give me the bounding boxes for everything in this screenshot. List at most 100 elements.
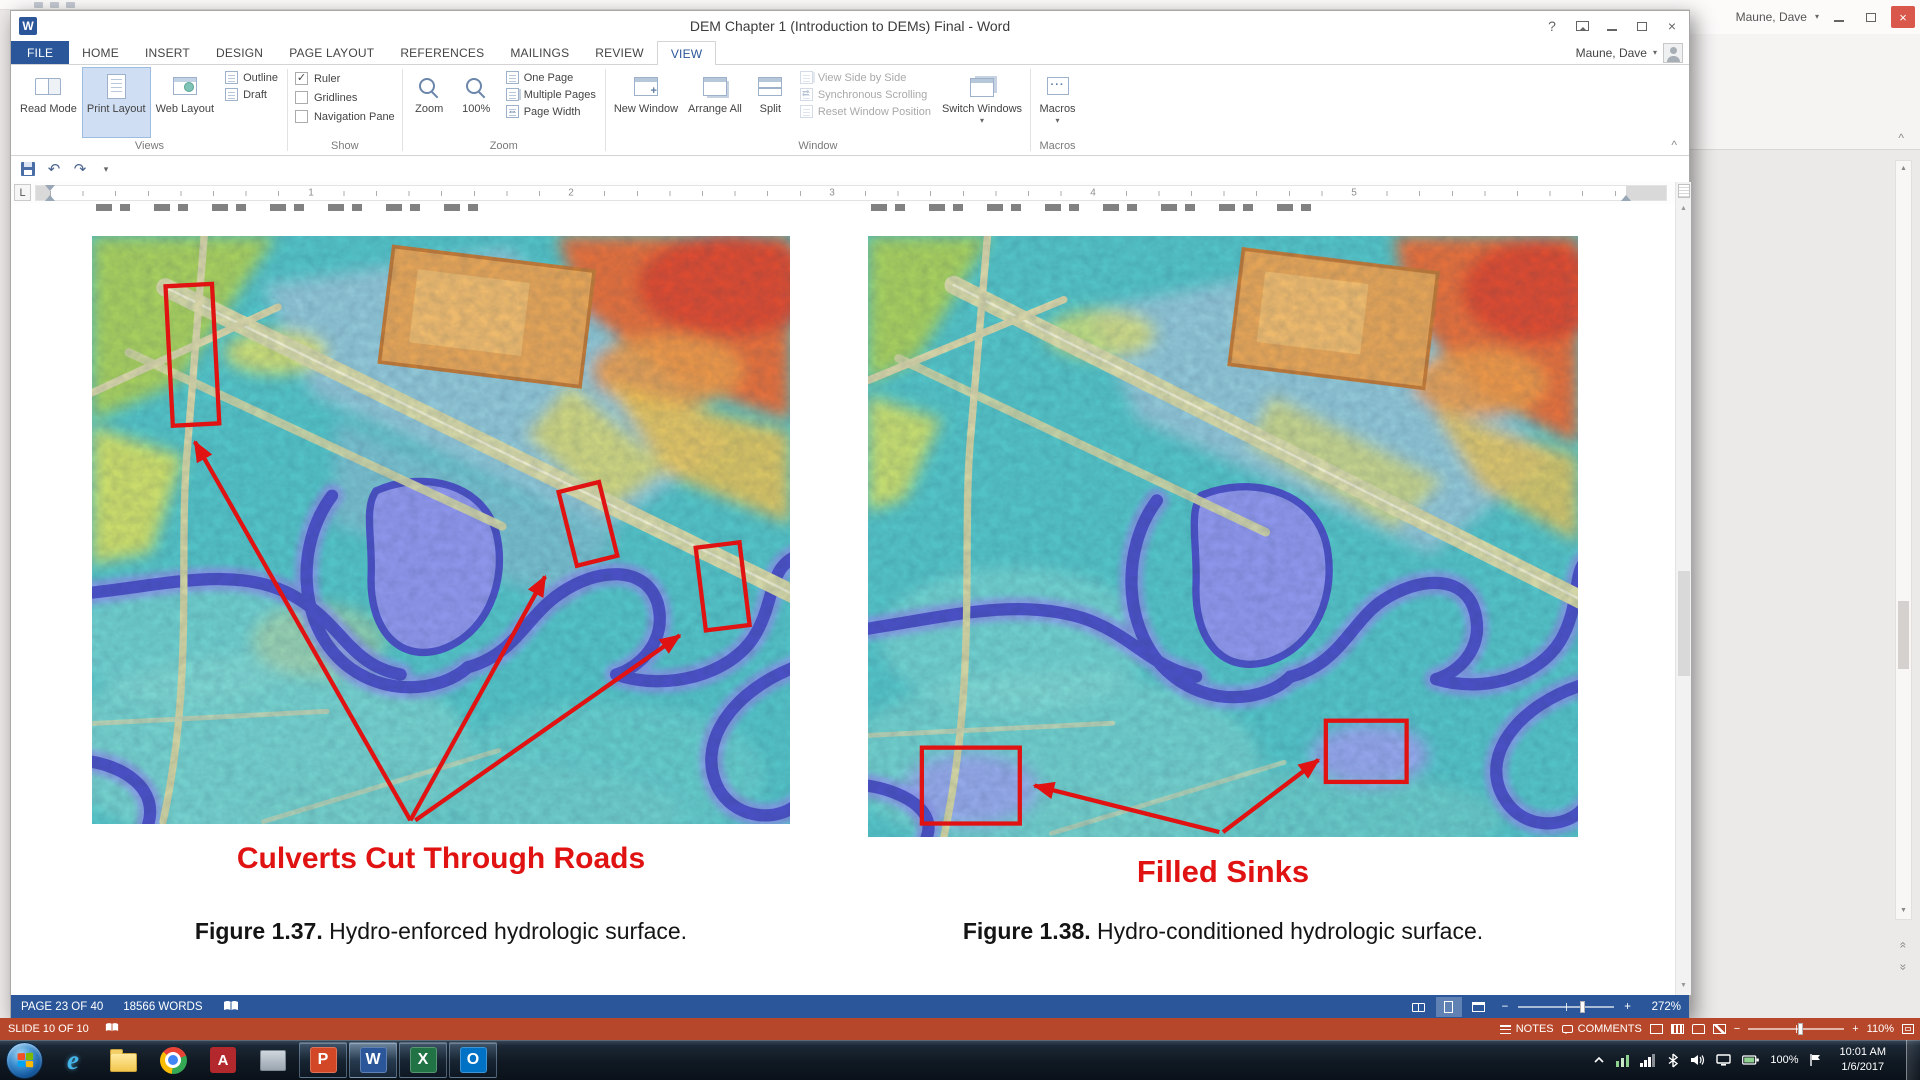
tab-file[interactable]: FILE: [11, 41, 69, 64]
battery-icon[interactable]: [1742, 1055, 1760, 1065]
signal-strength-icon[interactable]: [1640, 1053, 1656, 1067]
tab-page-layout[interactable]: PAGE LAYOUT: [276, 41, 387, 64]
figure-1-38-annotation-label[interactable]: Filled Sinks: [868, 854, 1578, 890]
reading-view-button[interactable]: [1692, 1024, 1705, 1034]
battery-percentage[interactable]: 100%: [1770, 1054, 1798, 1066]
ppt-zoom-in-button[interactable]: +: [1852, 1023, 1858, 1035]
navigation-pane-checkbox[interactable]: Navigation Pane: [293, 108, 397, 125]
ppt-collapse-ribbon-icon[interactable]: ^: [1898, 131, 1904, 145]
undo-button[interactable]: ↶: [43, 158, 65, 180]
figure-1-38-dem-image[interactable]: [868, 236, 1578, 837]
ppt-qat-icon[interactable]: [50, 2, 59, 8]
read-mode-view-button[interactable]: [1406, 997, 1432, 1017]
ppt-proofing-icon[interactable]: [97, 1022, 127, 1036]
page-indicator[interactable]: PAGE 23 OF 40: [11, 1001, 113, 1013]
start-button[interactable]: [6, 1042, 43, 1079]
figure-1-37-caption[interactable]: Figure 1.37. Hydro-enforced hydrologic s…: [92, 918, 790, 945]
taskbar-generic-app[interactable]: [249, 1042, 297, 1078]
zoom-slider-thumb[interactable]: [1580, 1001, 1585, 1013]
multiple-pages-button[interactable]: Multiple Pages: [502, 87, 600, 102]
scrollbar-thumb[interactable]: [1678, 571, 1690, 676]
ppt-close-button[interactable]: ×: [1891, 6, 1915, 28]
close-button[interactable]: ×: [1657, 12, 1687, 40]
action-center-flag-icon[interactable]: [1809, 1053, 1822, 1067]
ppt-scrollbar[interactable]: ▲ ▼: [1895, 160, 1912, 920]
read-mode-button[interactable]: Read Mode: [15, 67, 82, 138]
ppt-qat-icon[interactable]: [34, 2, 43, 8]
ribbon-display-options-button[interactable]: [1567, 12, 1597, 40]
notes-button[interactable]: NOTES: [1500, 1023, 1554, 1035]
zoom-slider[interactable]: [1518, 1006, 1614, 1008]
web-layout-view-button[interactable]: [1466, 997, 1492, 1017]
taskbar-word[interactable]: W: [349, 1042, 397, 1078]
show-desktop-button[interactable]: [1906, 1040, 1920, 1080]
proofing-icon[interactable]: [213, 1000, 249, 1015]
comments-button[interactable]: COMMENTS: [1562, 1023, 1642, 1035]
hanging-indent-marker[interactable]: [45, 190, 55, 201]
collapse-ribbon-button[interactable]: ^: [1671, 138, 1677, 152]
ruler-toggle-button[interactable]: [1678, 184, 1690, 198]
new-window-button[interactable]: New Window: [609, 67, 683, 138]
hidden-icons-button[interactable]: [1593, 1054, 1605, 1066]
tab-home[interactable]: HOME: [69, 41, 132, 64]
network-icon[interactable]: [1716, 1053, 1732, 1067]
word-count[interactable]: 18566 WORDS: [113, 1001, 212, 1013]
powerpoint-window[interactable]: Maune, Dave ▾ × ^ ▲ ▼ « »: [1690, 0, 1920, 1018]
figure-1-37-dem-image[interactable]: [92, 236, 790, 824]
user-name[interactable]: Maune, Dave: [1576, 46, 1647, 60]
page-width-button[interactable]: Page Width: [502, 104, 600, 119]
slide-indicator[interactable]: SLIDE 10 OF 10: [0, 1023, 97, 1035]
ruler-checkbox[interactable]: ✓Ruler: [293, 70, 397, 87]
zoom-out-button[interactable]: −: [1496, 1001, 1515, 1013]
scroll-up-icon[interactable]: ▲: [1896, 161, 1911, 177]
view-side-by-side-button[interactable]: View Side by Side: [796, 70, 935, 85]
web-layout-button[interactable]: Web Layout: [151, 67, 220, 138]
ppt-minimize-button[interactable]: [1827, 6, 1851, 28]
tab-review[interactable]: REVIEW: [582, 41, 657, 64]
bluetooth-icon[interactable]: [1666, 1053, 1680, 1068]
speaker-icon[interactable]: [1690, 1053, 1706, 1067]
save-button[interactable]: [17, 158, 39, 180]
tab-mailings[interactable]: MAILINGS: [497, 41, 582, 64]
taskbar-clock[interactable]: 10:01 AM 1/6/2017: [1840, 1045, 1886, 1075]
ppt-zoom-slider-thumb[interactable]: [1798, 1023, 1803, 1035]
arrange-all-button[interactable]: Arrange All: [683, 67, 747, 138]
right-indent-marker[interactable]: [1621, 190, 1631, 201]
customize-qat-button[interactable]: ▾: [95, 158, 117, 180]
synchronous-scrolling-button[interactable]: Synchronous Scrolling: [796, 87, 935, 102]
print-layout-view-button[interactable]: [1436, 997, 1462, 1017]
maximize-button[interactable]: [1627, 12, 1657, 40]
tab-view[interactable]: VIEW: [657, 41, 716, 65]
ppt-zoom-out-button[interactable]: −: [1734, 1023, 1740, 1035]
ppt-zoom-percentage[interactable]: 110%: [1867, 1023, 1894, 1035]
horizontal-ruler[interactable]: 1 2 3 4 5: [35, 185, 1667, 201]
split-button[interactable]: Split: [747, 67, 794, 138]
taskbar-powerpoint[interactable]: P: [299, 1042, 347, 1078]
ppt-zoom-slider[interactable]: [1748, 1028, 1844, 1030]
redo-button[interactable]: ↷: [69, 158, 91, 180]
reset-window-position-button[interactable]: Reset Window Position: [796, 104, 935, 119]
gridlines-checkbox[interactable]: Gridlines: [293, 89, 397, 106]
macros-button[interactable]: Macros ▾: [1034, 67, 1081, 138]
document-page[interactable]: Culverts Cut Through Roads Filled Sinks …: [11, 204, 1691, 995]
slide-sorter-view-button[interactable]: [1671, 1024, 1684, 1034]
previous-slide-button[interactable]: «: [1896, 936, 1911, 954]
taskbar-internet-explorer[interactable]: e: [49, 1042, 97, 1078]
figure-1-37-annotation-label[interactable]: Culverts Cut Through Roads: [92, 842, 790, 876]
zoom-100-button[interactable]: 100%: [453, 67, 500, 138]
scroll-up-icon[interactable]: ▲: [1676, 202, 1691, 216]
user-avatar[interactable]: [1663, 43, 1683, 63]
ppt-restore-button[interactable]: [1859, 6, 1883, 28]
zoom-in-button[interactable]: +: [1618, 1001, 1637, 1013]
taskbar-file-explorer[interactable]: [99, 1042, 147, 1078]
tab-references[interactable]: REFERENCES: [387, 41, 497, 64]
switch-windows-button[interactable]: Switch Windows ▾: [937, 67, 1027, 138]
scroll-down-icon[interactable]: ▼: [1676, 979, 1691, 993]
scroll-down-icon[interactable]: ▼: [1896, 903, 1911, 919]
fit-slide-to-window-button[interactable]: [1902, 1024, 1914, 1034]
one-page-button[interactable]: One Page: [502, 70, 600, 85]
tab-stop-selector[interactable]: L: [14, 184, 31, 201]
taskbar-excel[interactable]: X: [399, 1042, 447, 1078]
taskbar-chrome[interactable]: [149, 1042, 197, 1078]
ppt-user-name[interactable]: Maune, Dave: [1736, 10, 1807, 24]
